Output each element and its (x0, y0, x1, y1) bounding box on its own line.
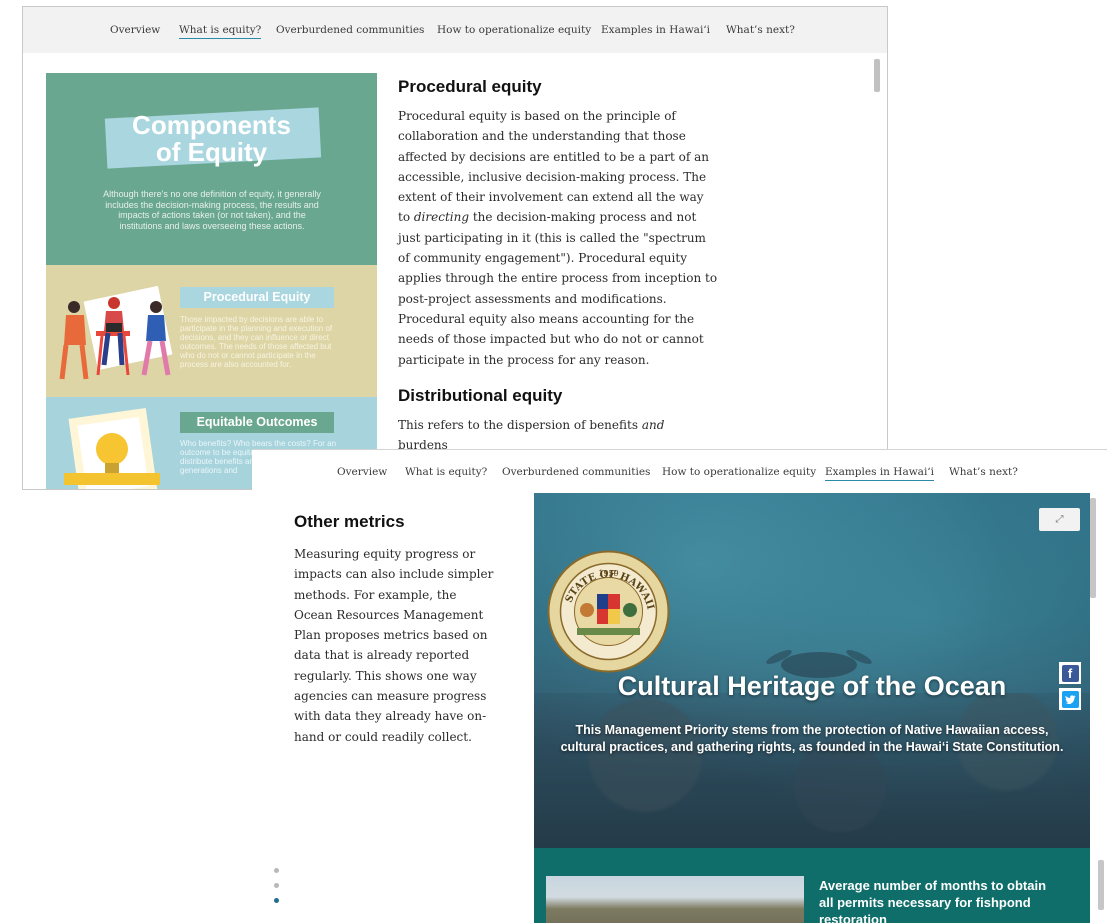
nav-overview[interactable]: Overview (337, 466, 387, 478)
external-link-icon: ⤢ (1055, 514, 1064, 525)
hero-title: Cultural Heritage of the Ocean (617, 671, 1007, 701)
procedural-equity-heading: Procedural equity (398, 77, 542, 96)
nav-operationalize-equity[interactable]: How to operationalize equity (662, 466, 816, 478)
distributional-equity-heading: Distributional equity (398, 385, 563, 405)
landscape-photo (546, 876, 804, 923)
seal-year: 1959 (598, 569, 618, 578)
cultural-heritage-hero: STATE OF HAWAII 1959 ⤢ Cultural Heritage… (534, 493, 1090, 848)
procedural-equity-label: Procedural Equity (180, 287, 334, 308)
other-metrics-paragraph: Measuring equity progress or impacts can… (294, 547, 494, 744)
examples-story-window: Overview What is equity? Overburdened co… (252, 449, 1107, 923)
state-of-hawaii-seal: STATE OF HAWAII 1959 (547, 550, 670, 673)
equity-text-column: Procedural equity Procedural equity is b… (398, 77, 718, 455)
progress-dot-3[interactable] (274, 898, 279, 903)
nav-whats-next[interactable]: What’s next? (726, 24, 795, 36)
scrollbar-thumb[interactable] (874, 59, 880, 92)
procedural-text-emphasis: directing (413, 210, 470, 225)
hero-subtitle: This Management Priority stems from the … (560, 723, 1064, 754)
infographic-title-line1: Components (132, 110, 291, 140)
nav-overburdened-communities[interactable]: Overburdened communities (502, 466, 650, 478)
reef-background (534, 693, 1090, 848)
nav-whats-next[interactable]: What’s next? (949, 466, 1018, 478)
other-metrics-panel: Other metrics Measuring equity progress … (294, 512, 504, 747)
procedural-equity-description: Those impacted by decisions are able to … (180, 315, 333, 369)
people-meeting-illustration (59, 285, 173, 380)
nav-what-is-equity[interactable]: What is equity? (405, 466, 487, 478)
nav-overburdened-communities[interactable]: Overburdened communities (276, 24, 424, 36)
other-metrics-heading: Other metrics (294, 512, 405, 531)
expand-media-button[interactable]: ⤢ (1039, 508, 1080, 531)
components-of-equity-infographic: Components of Equity Although there's no… (46, 73, 377, 489)
nav-examples-hawaii[interactable]: Examples in Hawai‘i (825, 466, 934, 481)
page-scrollbar-thumb[interactable] (1098, 860, 1104, 910)
progress-dot-2[interactable] (274, 883, 279, 888)
twitter-icon (1061, 690, 1079, 708)
nav-operationalize-equity[interactable]: How to operationalize equity (437, 24, 591, 36)
infographic-description: Although there's no one definition of eq… (103, 189, 321, 231)
distributional-text-part1: This refers to the dispersion of benefit… (398, 417, 638, 432)
facebook-share-button[interactable]: f (1059, 662, 1081, 684)
story-nav-bar: Overview What is equity? Overburdened co… (23, 7, 887, 53)
bird-glyph (1064, 694, 1076, 704)
facebook-icon: f (1061, 664, 1079, 682)
procedural-equity-section: Procedural Equity Those impacted by deci… (46, 265, 377, 397)
fishpond-stat-panel: Average number of months to obtain all p… (534, 848, 1090, 923)
procedural-text-part1: Procedural equity is based on the princi… (398, 109, 710, 225)
hero-scrollbar-thumb[interactable] (1090, 498, 1096, 598)
nav-overview[interactable]: Overview (110, 24, 160, 36)
story-nav-bar: Overview What is equity? Overburdened co… (252, 450, 1107, 493)
procedural-equity-paragraph: Procedural equity is based on the princi… (398, 106, 718, 370)
infographic-title-line2: of Equity (155, 137, 268, 167)
nav-what-is-equity[interactable]: What is equity? (179, 24, 262, 39)
infographic-header: Components of Equity Although there's no… (46, 73, 377, 265)
progress-dot-1[interactable] (274, 868, 279, 873)
twitter-share-button[interactable] (1059, 688, 1081, 710)
lightbulb-icon (64, 407, 160, 489)
nav-examples-hawaii[interactable]: Examples in Hawai‘i (601, 24, 710, 36)
fishpond-stat-text: Average number of months to obtain all p… (819, 878, 1047, 923)
equitable-outcomes-label: Equitable Outcomes (180, 412, 334, 433)
equity-story-window: Overview What is equity? Overburdened co… (22, 6, 888, 490)
distributional-text-emphasis: and (641, 417, 665, 432)
procedural-text-part2: the decision-making process and not just… (398, 210, 718, 367)
